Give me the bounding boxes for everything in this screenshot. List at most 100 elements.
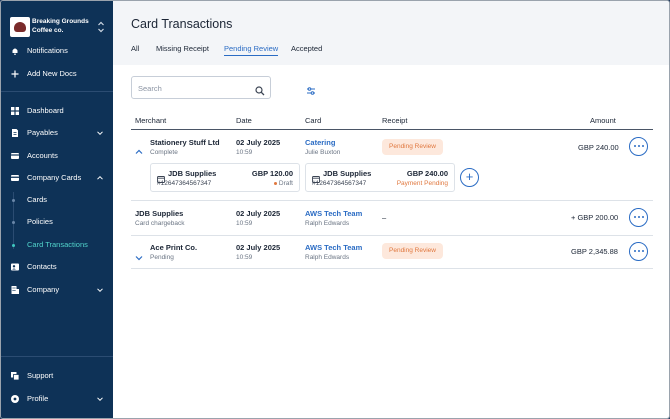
more-actions-button[interactable] xyxy=(629,137,648,156)
app-window: Breaking Grounds Coffee co. Notification… xyxy=(0,0,670,419)
sidebar-item-add-new-docs[interactable]: Add New Docs xyxy=(1,65,113,83)
document-icon xyxy=(11,129,19,137)
sidebar: Breaking Grounds Coffee co. Notification… xyxy=(1,1,113,418)
transaction-time: 10:59 xyxy=(236,149,253,156)
sidebar-item-label: Card Transactions xyxy=(27,240,88,249)
column-date[interactable]: Date xyxy=(236,116,252,125)
transaction-time: 10:59 xyxy=(236,254,253,261)
transaction-date: 02 July 2025 xyxy=(236,243,281,252)
chevron-up-icon xyxy=(97,174,103,180)
sidebar-item-payables[interactable]: Payables xyxy=(1,124,113,142)
transaction-amount: GBP 2,345.88 xyxy=(571,247,618,256)
sidebar-item-accounts[interactable]: Accounts xyxy=(1,147,113,165)
plus-icon: + xyxy=(465,169,474,184)
search-input[interactable] xyxy=(138,82,248,94)
chevron-down-icon xyxy=(97,395,103,402)
sidebar-item-label: Contacts xyxy=(27,262,57,271)
status-dot xyxy=(273,181,277,185)
transaction-date: 02 July 2025 xyxy=(236,138,281,147)
more-actions-button[interactable] xyxy=(629,242,648,261)
row-divider xyxy=(131,200,653,201)
table-header: Merchant Date Card Receipt Amount xyxy=(131,113,653,130)
receipt-reference: #12647364567347 xyxy=(157,180,212,187)
sidebar-divider xyxy=(1,91,113,92)
receipt-status-label: Draft xyxy=(278,180,293,187)
column-receipt[interactable]: Receipt xyxy=(382,116,407,125)
sidebar-item-notifications[interactable]: Notifications xyxy=(1,42,113,60)
receipt-icon xyxy=(312,170,320,183)
receipt-status: Draft xyxy=(273,180,293,187)
merchant-name: Stationery Stuff Ltd xyxy=(150,138,220,147)
search-icon[interactable] xyxy=(255,83,265,96)
merchant-status: Pending xyxy=(150,254,174,261)
add-receipt-button[interactable]: + xyxy=(460,168,479,187)
chevron-down-icon xyxy=(97,286,103,293)
page-title: Card Transactions xyxy=(131,17,233,31)
status-badge: Pending Review xyxy=(382,243,443,259)
sidebar-item-label: Add New Docs xyxy=(27,69,77,78)
sidebar-divider xyxy=(1,356,113,357)
transaction-amount: GBP 240.00 xyxy=(578,143,619,152)
receipt-amount: GBP 240.00 xyxy=(406,169,448,178)
more-icon xyxy=(634,145,644,148)
sidebar-item-label: Company xyxy=(27,285,60,294)
card-name-link[interactable]: AWS Tech Team xyxy=(305,243,362,252)
more-icon xyxy=(634,250,644,253)
merchant-status: Complete xyxy=(150,149,178,156)
support-icon xyxy=(11,372,20,381)
card-holder: Ralph Edwards xyxy=(305,220,350,227)
sidebar-subitem-cards[interactable]: Cards xyxy=(1,191,113,209)
column-amount[interactable]: Amount xyxy=(590,116,616,125)
org-name: Breaking Grounds Coffee co. xyxy=(32,18,89,34)
subitem-dot xyxy=(12,199,15,202)
chevron-down-icon[interactable] xyxy=(135,249,143,261)
card-name-link[interactable]: AWS Tech Team xyxy=(305,209,362,218)
bell-icon xyxy=(11,47,19,55)
sidebar-subitem-card-transactions[interactable]: Card Transactions xyxy=(1,236,113,254)
switcher-chevrons-icon xyxy=(97,20,105,34)
card-holder: Julie Buxton xyxy=(305,149,341,156)
more-actions-button[interactable] xyxy=(629,208,648,227)
column-merchant[interactable]: Merchant xyxy=(135,116,166,125)
bank-icon xyxy=(11,152,19,160)
receipt-status: Payment Pending xyxy=(396,180,448,187)
sidebar-item-label: Payables xyxy=(27,128,58,137)
subitem-dot xyxy=(12,244,15,247)
receipt-supplier: JDB Supplies xyxy=(323,169,372,178)
sidebar-item-company[interactable]: Company xyxy=(1,281,113,299)
sidebar-item-label: Support xyxy=(27,371,54,380)
dashboard-icon xyxy=(11,107,19,115)
receipt-card[interactable]: JDB Supplies #12647364567347 GBP 240.00 … xyxy=(305,163,455,192)
chevron-up-icon[interactable] xyxy=(135,143,143,154)
sidebar-item-company-cards[interactable]: Company Cards xyxy=(1,169,113,187)
sidebar-item-label: Profile xyxy=(27,394,49,403)
sidebar-subitem-policies[interactable]: Policies xyxy=(1,213,113,231)
subitem-dot xyxy=(12,221,15,224)
tab-accepted[interactable]: Accepted xyxy=(291,44,322,53)
sidebar-item-label: Policies xyxy=(27,217,53,226)
org-switcher[interactable]: Breaking Grounds Coffee co. xyxy=(8,15,108,39)
card-name-link[interactable]: Catering xyxy=(305,138,335,147)
row-divider xyxy=(131,235,653,236)
sidebar-item-label: Dashboard xyxy=(27,106,64,115)
sidebar-item-support[interactable]: Support xyxy=(1,367,113,385)
sidebar-item-label: Accounts xyxy=(27,151,58,160)
sidebar-item-dashboard[interactable]: Dashboard xyxy=(1,102,113,120)
column-card[interactable]: Card xyxy=(305,116,321,125)
tab-pending-review[interactable]: Pending Review xyxy=(224,44,279,56)
tab-missing-receipt[interactable]: Missing Receipt xyxy=(156,44,209,53)
receipt-card[interactable]: JDB Supplies #12647364567347 GBP 120.00 … xyxy=(150,163,300,192)
sidebar-item-profile[interactable]: Profile xyxy=(1,390,113,408)
tab-all[interactable]: All xyxy=(131,44,139,53)
profile-icon xyxy=(11,395,19,403)
card-holder: Ralph Edwards xyxy=(305,254,350,261)
building-icon xyxy=(11,286,19,294)
filter-icon[interactable] xyxy=(306,83,316,95)
page-header: Card Transactions All Missing Receipt Pe… xyxy=(113,1,669,65)
receipt-empty: – xyxy=(382,213,387,222)
transaction-time: 10:59 xyxy=(236,220,253,227)
receipt-supplier: JDB Supplies xyxy=(168,169,217,178)
sidebar-item-label: Company Cards xyxy=(27,173,82,182)
sidebar-item-contacts[interactable]: Contacts xyxy=(1,258,113,276)
main-content: Card Transactions All Missing Receipt Pe… xyxy=(113,1,669,418)
